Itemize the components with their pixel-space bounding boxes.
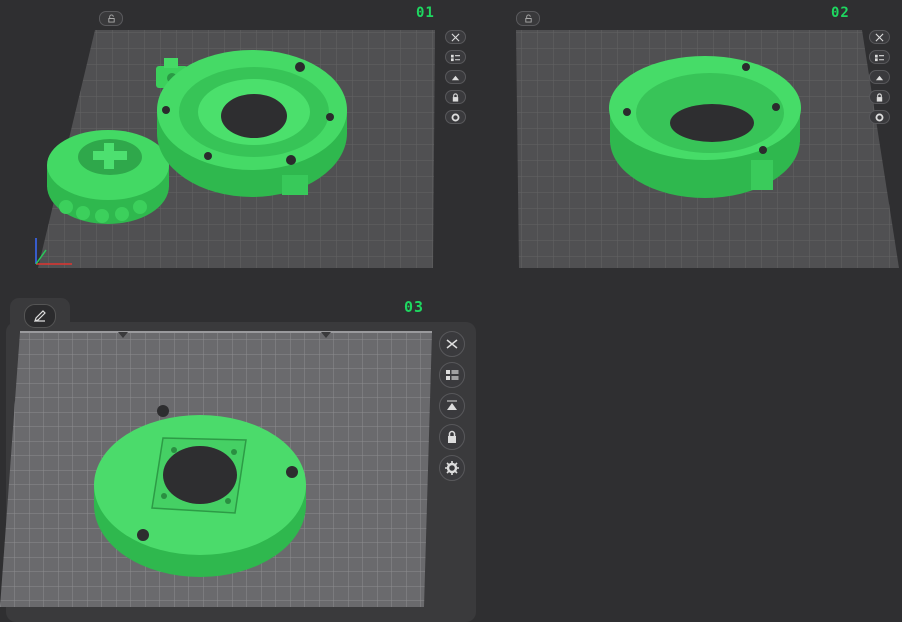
settings-icon (875, 113, 884, 121)
lock-open-icon (524, 14, 532, 23)
model-flange[interactable] (157, 50, 347, 197)
plate-02-arrange-button[interactable] (869, 30, 890, 44)
lock-icon (876, 92, 883, 102)
lock-open-icon (107, 14, 115, 23)
plate-01-arrange-button[interactable] (445, 30, 466, 44)
plate-03-number: 03 (404, 298, 425, 316)
plate-03-view[interactable] (0, 325, 440, 607)
settings-icon (445, 461, 459, 475)
model-bowl-housing[interactable] (609, 56, 801, 198)
plate-01-slice-button[interactable] (445, 70, 466, 84)
arrange-icon (446, 339, 458, 349)
plate-02-settings-button[interactable] (869, 110, 890, 124)
slice-icon (451, 75, 460, 80)
plate-01-view[interactable] (0, 0, 470, 275)
plate-03-settings-button[interactable] (439, 455, 465, 481)
settings-icon (451, 113, 460, 121)
plate-01-toolbar (445, 30, 466, 130)
plate-01-settings-button[interactable] (445, 110, 466, 124)
plate-02-number: 02 (831, 5, 850, 21)
plate-01-corner-button[interactable] (99, 11, 123, 26)
model-knob[interactable] (47, 130, 169, 224)
object-list-icon (875, 54, 884, 61)
plate-03-slice-button[interactable] (439, 393, 465, 419)
plate-03-arrange-button[interactable] (439, 331, 465, 357)
plate-03-toolbar (439, 331, 465, 486)
plate-02-lock-button[interactable] (869, 90, 890, 104)
object-list-icon (446, 370, 459, 380)
plate-03[interactable] (0, 325, 440, 607)
plate-01-object-list-button[interactable] (445, 50, 466, 64)
slice-icon (875, 75, 884, 80)
plate-03-lock-button[interactable] (439, 424, 465, 450)
plate-02-object-list-button[interactable] (869, 50, 890, 64)
lock-icon (448, 430, 456, 443)
arrange-icon (451, 33, 460, 41)
object-list-icon (451, 54, 460, 61)
plate-01-lock-button[interactable] (445, 90, 466, 104)
plate-02-slice-button[interactable] (869, 70, 890, 84)
plate-02-corner-button[interactable] (516, 11, 540, 26)
lock-icon (452, 92, 459, 102)
plate-02[interactable]: 02 (505, 0, 902, 275)
plate-02-view[interactable] (505, 0, 902, 275)
pencil-icon (34, 310, 46, 322)
plate-03-object-list-button[interactable] (439, 362, 465, 388)
plate-02-toolbar (869, 30, 890, 130)
plate-01[interactable]: 01 (0, 0, 470, 275)
slice-icon (447, 400, 457, 410)
plate-01-number: 01 (416, 5, 435, 21)
arrange-icon (875, 33, 884, 41)
